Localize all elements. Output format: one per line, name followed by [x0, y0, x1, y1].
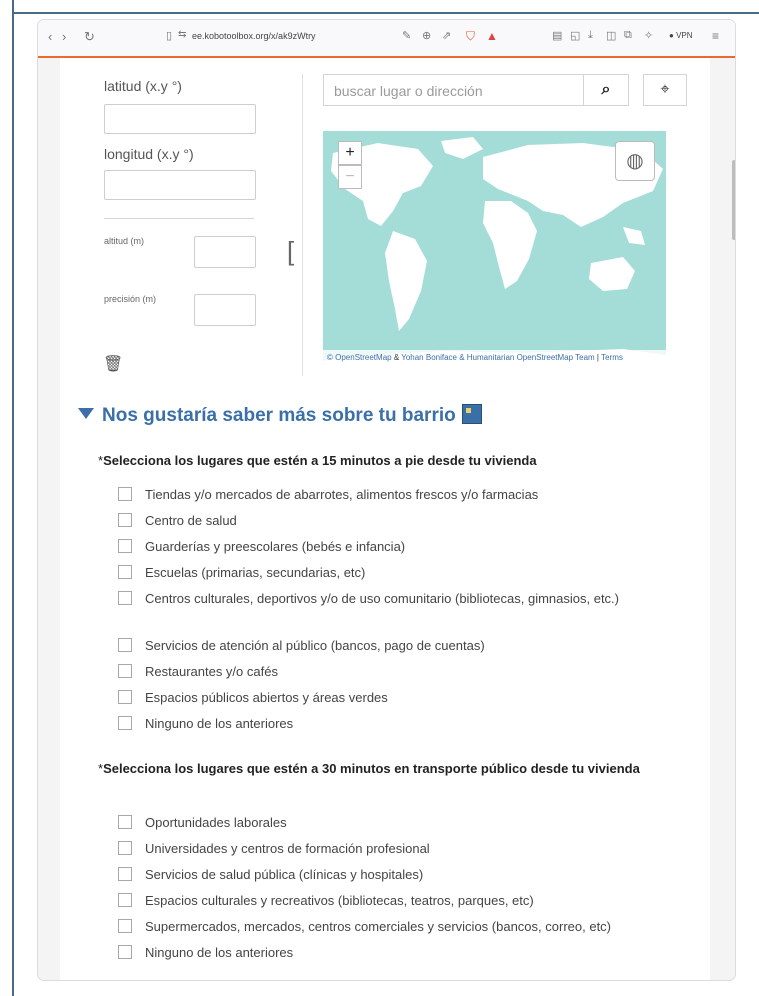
building-icon [461, 404, 482, 424]
checkbox[interactable] [118, 539, 132, 553]
trash-icon[interactable]: 🗑 [103, 354, 123, 374]
pin-icon[interactable]: ✎ [402, 29, 411, 42]
search-icon[interactable]: ⌕ [583, 74, 629, 106]
tabs-icon[interactable]: ⧉ [624, 29, 632, 42]
page-scrollbar[interactable] [732, 160, 735, 240]
wallet-icon[interactable]: ◱ [570, 29, 580, 42]
precision-input[interactable] [194, 294, 256, 326]
checkbox[interactable] [118, 664, 132, 678]
option-label: Universidades y centros de formación pro… [145, 841, 430, 856]
attribution-terms[interactable]: Terms [601, 353, 623, 362]
geo-column-divider [302, 74, 303, 376]
option-label: Restaurantes y/o cafés [145, 664, 278, 679]
checkbox[interactable] [118, 945, 132, 959]
checkbox[interactable] [118, 487, 132, 501]
option-label: Escuelas (primarias, secundarias, etc) [145, 565, 366, 580]
share-icon[interactable]: ⇗ [442, 29, 451, 42]
checkbox[interactable] [118, 919, 132, 933]
checkbox[interactable] [118, 867, 132, 881]
option-label: Centros culturales, deportivos y/o de us… [145, 591, 619, 606]
outer-margin [0, 0, 8, 996]
vpn-badge[interactable]: ● VPN [666, 30, 696, 41]
vpn-label: VPN [676, 31, 693, 40]
longitude-label: longitud (x.y °) [104, 146, 194, 162]
group-header[interactable]: Nos gustaría saber más sobre tu barrio [78, 404, 482, 427]
outer-frame-top [12, 12, 759, 14]
option-label: Servicios de atención al público (bancos… [145, 638, 485, 653]
option-label: Oportunidades laborales [145, 815, 287, 830]
form-page: latitud (x.y °) longitud (x.y °) altitud… [60, 58, 710, 980]
reload-icon[interactable]: ↻ [84, 29, 95, 45]
map-search-input[interactable]: buscar lugar o dirección [323, 74, 583, 106]
precision-label: precisión (m) [104, 294, 157, 304]
checkbox[interactable] [118, 591, 132, 605]
download-icon[interactable]: ⤓ [588, 29, 593, 42]
question-2-label: *Selecciona los lugares que estén a 30 m… [98, 760, 658, 778]
forward-icon[interactable]: › [62, 29, 66, 44]
checkbox[interactable] [118, 690, 132, 704]
extension-icon[interactable]: ✧ [644, 29, 653, 42]
attribution-hot[interactable]: Yohan Boniface & Humanitarian OpenStreet… [401, 353, 594, 362]
bookmark-icon[interactable]: ▯ [166, 29, 172, 42]
zoom-icon[interactable]: ⊕ [422, 29, 431, 42]
option-label: Centro de salud [145, 513, 237, 528]
zoom-out-button[interactable]: − [338, 165, 362, 189]
longitude-input[interactable] [104, 170, 256, 200]
back-icon[interactable]: ‹ [48, 29, 52, 44]
menu-icon[interactable]: ≡ [712, 29, 719, 43]
crosshair-icon[interactable]: ⌖ [643, 74, 687, 106]
geo-divider [104, 218, 254, 219]
attribution-osm[interactable]: © OpenStreetMap [327, 353, 392, 362]
checkbox[interactable] [118, 716, 132, 730]
site-info-icon[interactable]: ⇆ [178, 29, 186, 40]
outer-frame-line [12, 0, 14, 996]
option-label: Espacios culturales y recreativos (bibli… [145, 893, 534, 908]
question-1-label: *Selecciona los lugares que estén a 15 m… [98, 452, 658, 470]
altitude-label: altitud (m) [104, 236, 145, 246]
reader-icon[interactable]: ▤ [552, 29, 562, 42]
group-title: Nos gustaría saber más sobre tu barrio [102, 405, 456, 426]
altitude-input[interactable] [194, 236, 256, 268]
map-attribution: © OpenStreetMap & Yohan Boniface & Human… [323, 350, 666, 378]
zoom-in-button[interactable]: + [338, 141, 362, 165]
globe-icon[interactable]: ◍ [615, 141, 655, 181]
triangle-down-icon[interactable] [78, 408, 94, 419]
option-label: Servicios de salud pública (clínicas y h… [145, 867, 424, 882]
latitude-input[interactable] [104, 104, 256, 134]
url-text[interactable]: ee.kobotoolbox.org/x/ak9zWtry [192, 31, 316, 41]
checkbox[interactable] [118, 638, 132, 652]
checkbox[interactable] [118, 513, 132, 527]
browser-toolbar: ‹ › ↻ ▯ ⇆ ee.kobotoolbox.org/x/ak9zWtry … [38, 20, 735, 58]
alert-icon[interactable]: ▲ [486, 29, 498, 43]
checkbox[interactable] [118, 565, 132, 579]
map-zoom-control: + − [338, 141, 362, 191]
checkbox[interactable] [118, 815, 132, 829]
option-label: Ninguno de los anteriores [145, 945, 294, 960]
question-1-text: Selecciona los lugares que estén a 15 mi… [103, 453, 537, 468]
sidebar-icon[interactable]: ◫ [606, 29, 616, 42]
attribution-amp: & [391, 353, 402, 362]
option-label: Espacios públicos abiertos y áreas verde… [145, 690, 388, 705]
question-2-text: Selecciona los lugares que estén a 30 mi… [103, 761, 640, 776]
option-label: Ninguno de los anteriores [145, 716, 294, 731]
latitude-label: latitud (x.y °) [104, 78, 182, 94]
option-label: Tiendas y/o mercados de abarrotes, alime… [145, 487, 539, 502]
bracket-mark: [ [287, 236, 295, 266]
checkbox[interactable] [118, 893, 132, 907]
shield-icon[interactable]: ⛉ [466, 29, 475, 44]
checkbox[interactable] [118, 841, 132, 855]
option-label: Supermercados, mercados, centros comerci… [145, 919, 612, 934]
browser-window: ‹ › ↻ ▯ ⇆ ee.kobotoolbox.org/x/ak9zWtry … [38, 20, 735, 980]
option-label: Guarderías y preescolares (bebés e infan… [145, 539, 406, 554]
